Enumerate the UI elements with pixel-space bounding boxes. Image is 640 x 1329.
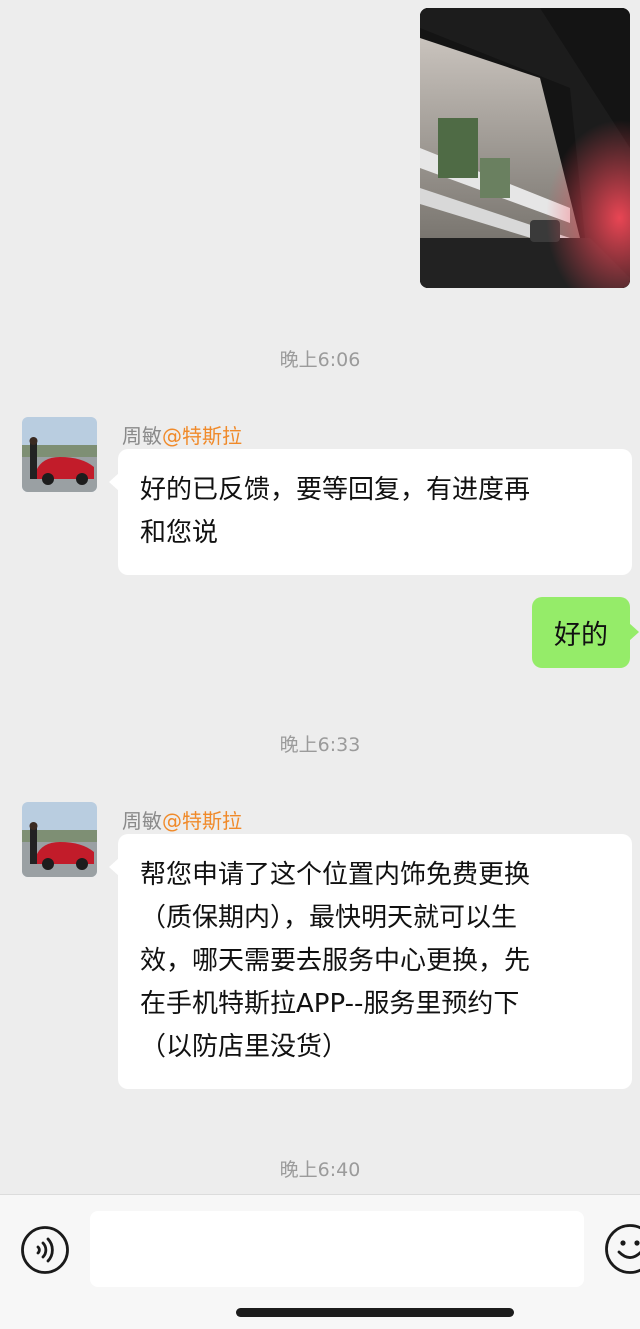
- message-input[interactable]: [90, 1211, 584, 1287]
- chat-area[interactable]: 晚上6:06 周敏@特斯拉 好的已反馈，要等回复，有进度再 和您说 好的 晚上6…: [0, 0, 640, 1194]
- red-car-avatar: [22, 417, 97, 492]
- car-interior-photo: [420, 8, 630, 288]
- outgoing-message-bubble[interactable]: 好的: [532, 597, 639, 668]
- message-line: （以防店里没货）: [140, 1032, 349, 1062]
- voice-icon: [21, 1226, 69, 1274]
- voice-button[interactable]: [20, 1225, 70, 1275]
- sender-org: @特斯拉: [162, 809, 242, 833]
- message-line: （质保期内），最快明天就可以生: [140, 903, 518, 933]
- message-input-bar: [0, 1194, 640, 1329]
- timestamp: 晚上6:06: [279, 349, 361, 371]
- sender-name: 周敏@特斯拉: [122, 805, 242, 834]
- incoming-message-bubble[interactable]: 帮您申请了这个位置内饰免费更换 （质保期内），最快明天就可以生 效，哪天需要去服…: [109, 834, 632, 1089]
- incoming-message-bubble[interactable]: 好的已反馈，要等回复，有进度再 和您说: [109, 449, 632, 575]
- message-line: 效，哪天需要去服务中心更换，先: [140, 946, 531, 976]
- timestamp: 晚上6:40: [279, 1159, 361, 1181]
- timestamp: 晚上6:33: [279, 734, 361, 756]
- emoji-icon: [605, 1224, 640, 1274]
- message-line: 和您说: [140, 518, 219, 548]
- message-text: 好的: [554, 620, 608, 651]
- avatar[interactable]: [22, 417, 97, 492]
- message-line: 在手机特斯拉APP--服务里预约下: [140, 989, 520, 1019]
- message-line: 帮您申请了这个位置内饰免费更换: [140, 860, 531, 890]
- message-line: 好的已反馈，要等回复，有进度再: [140, 475, 531, 505]
- emoji-button[interactable]: [604, 1223, 640, 1275]
- red-car-avatar: [22, 802, 97, 877]
- home-indicator[interactable]: [236, 1308, 514, 1317]
- sender-org: @特斯拉: [162, 424, 242, 448]
- sender-name: 周敏@特斯拉: [122, 420, 242, 449]
- sent-photo-message[interactable]: [420, 8, 630, 288]
- sender-name-text: 周敏: [122, 809, 162, 833]
- avatar[interactable]: [22, 802, 97, 877]
- sender-name-text: 周敏: [122, 424, 162, 448]
